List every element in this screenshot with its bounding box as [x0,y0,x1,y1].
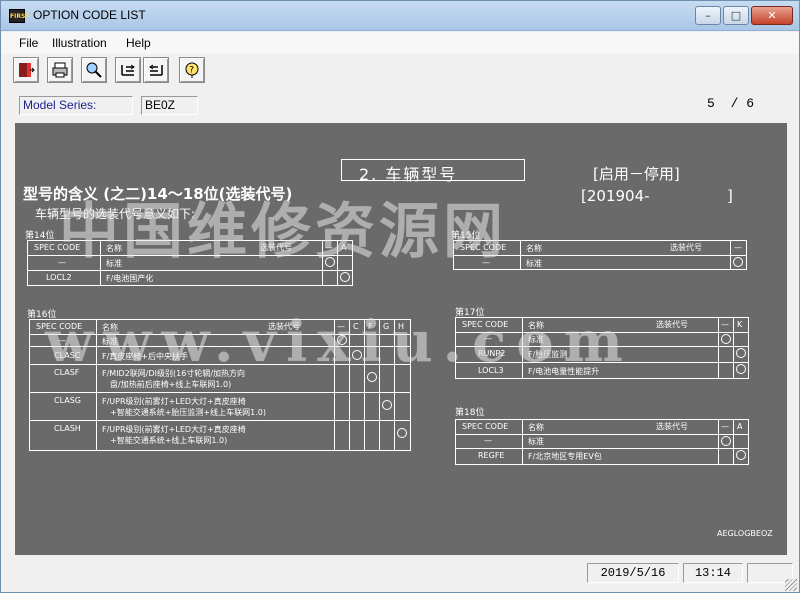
mark-circle [382,400,392,410]
search-button[interactable] [81,57,107,83]
mark-circle [733,257,743,267]
mark-circle [736,364,746,374]
row-name-cont: +智能交通系统+线上车联网1.0) [110,436,228,445]
row-spec: — [484,436,492,445]
table-section-18: SPEC CODE 名称 选装代号 — A — 标准 REGFE F/北京地区专… [455,419,749,465]
svg-text:?: ? [189,66,194,76]
minimize-button[interactable]: – [695,6,721,25]
exit-button[interactable] [13,57,39,83]
first-page-button[interactable] [115,57,141,83]
row-name-cont: 盘/加热前后座椅+线上车联网1.0) [110,380,232,389]
info-bar: Model Series: BE0Z 5 / 6 [1,89,799,121]
window-title: OPTION CODE LIST [33,8,146,22]
page-total: / 6 [730,96,755,111]
model-series-value: BE0Z [141,96,198,115]
exit-icon [19,63,35,77]
row-name: F/UPR级别(前雾灯+LED大灯+真皮座椅 [102,425,246,434]
mark-circle [736,348,746,358]
status-bar: 2019/5/16 13:14 [1,557,799,593]
row-spec: CLASH [54,424,81,433]
watermark-url: www.vixiu.com [45,309,633,375]
row-name: F/北京地区专用EV包 [528,452,602,461]
mark-circle [736,450,746,460]
menu-help[interactable]: Help [126,36,151,50]
page-current: 5 [707,96,715,111]
row-spec: CLASG [54,396,81,405]
doc-heading: 2. 车辆型号 [359,165,458,184]
watermark-cn: 中国维修资源网 [59,197,507,267]
header-col-dash: — [734,243,742,252]
row-spec: REGFE [478,451,505,460]
close-button[interactable]: ✕ [751,6,793,25]
header-option-code: 选装代号 [670,243,702,252]
search-icon [86,62,102,78]
row-name: F/电池国产化 [106,274,154,283]
app-icon: FIRST [9,9,29,23]
status-time: 13:14 [683,563,743,583]
last-page-icon [149,64,163,76]
header-col-a: A [737,422,743,431]
header-col-dash: — [721,320,729,329]
row-name: 标准 [528,437,544,446]
print-icon [52,62,68,78]
heading-note: [启用－停用] [593,165,680,183]
row-name: 标准 [526,259,542,268]
header-spec-code: SPEC CODE [462,422,509,431]
header-col-k: K [737,320,743,329]
help-button[interactable]: ? [179,57,205,83]
print-button[interactable] [47,57,73,83]
menu-file[interactable]: File [19,36,38,50]
menu-bar: File Illustration Help [1,32,799,54]
resize-grip[interactable] [785,579,797,591]
date-range-end: ] [727,187,733,205]
app-window: FIRST OPTION CODE LIST – □ ✕ File Illust… [0,0,800,593]
maximize-button[interactable]: □ [723,6,749,25]
first-page-icon [121,64,135,76]
header-option-code: 选装代号 [656,320,688,329]
help-icon: ? [185,62,199,78]
header-name: 名称 [526,244,542,253]
header-col-dash: — [721,422,729,431]
last-page-button[interactable] [143,57,169,83]
mark-circle [340,272,350,282]
model-series-label: Model Series: [19,96,133,115]
row-name: F/UPR级别(前雾灯+LED大灯+真皮座椅 [102,397,246,406]
doc-code: AEGLOGBEOZ [717,529,773,538]
mark-circle [721,436,731,446]
mark-circle [397,428,407,438]
section-18-label: 第18位 [455,408,485,418]
status-date: 2019/5/16 [587,563,679,583]
mark-circle [721,334,731,344]
page-indicator: 5 / 6 [707,96,754,111]
row-name-cont: +智能交通系统+胎压监测+线上车联网1.0) [110,408,266,417]
title-bar[interactable]: FIRST OPTION CODE LIST – □ ✕ [1,1,799,31]
header-name: 名称 [528,423,544,432]
illustration-viewer[interactable]: 2. 车辆型号 [启用－停用] [201904- ] 型号的含义 (之二)14～… [15,123,787,555]
toolbar: ? [1,54,799,88]
header-option-code: 选装代号 [656,422,688,431]
row-spec: LOCL2 [46,273,72,282]
menu-illustration[interactable]: Illustration [52,36,107,50]
date-range: [201904- [581,187,650,205]
